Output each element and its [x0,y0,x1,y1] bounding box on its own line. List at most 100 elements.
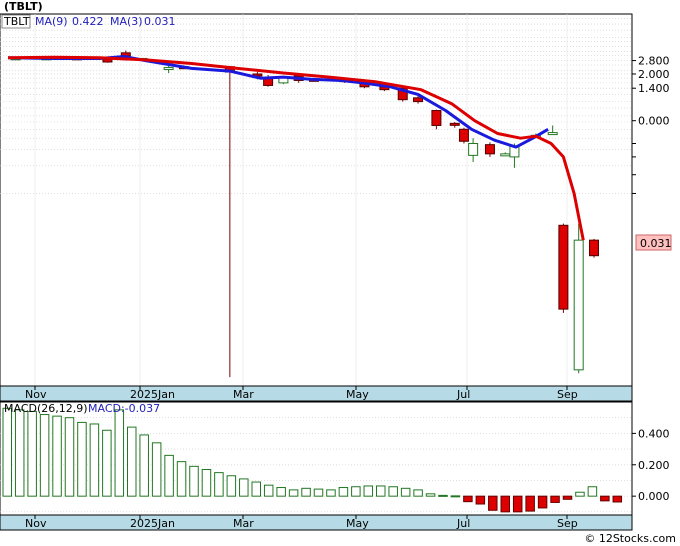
macd-bar-positive [388,486,398,497]
macd-legend-label: MACD(26,12,9) [4,402,88,415]
macd-bar-positive [263,484,274,497]
macd-bar-positive [326,489,336,497]
macd-bar-negative [488,495,498,511]
macd-bar-positive [27,410,37,497]
candle-down [458,128,469,142]
macd-bar-positive [313,488,324,497]
chart-title: (TBLT) [4,0,43,13]
candle-down [588,239,599,257]
watermark: © 12Stocks.com [584,532,676,545]
macd-bar-positive [127,426,137,497]
x-tick-label: Jul [456,388,470,401]
candle-up [573,239,584,371]
x-tick-label: Nov [25,388,47,401]
price-x-axis-band [0,385,633,402]
macd-y-tick-label: 0.000 [638,490,670,503]
macd-bar-positive [438,494,448,497]
macd-legend-value: MACD:-0.037 [88,402,160,415]
x-tick-label: Nov [25,517,47,530]
candle-up [163,67,174,71]
last-price-tag-text: 0.031 [640,237,672,250]
macd-bar-positive [587,486,598,497]
macd-bar-positive [425,493,436,497]
candle-up [468,142,479,156]
candle-down [413,97,424,103]
legend-symbol: TBLT [3,15,30,28]
macd-bar-negative [612,495,623,503]
x-tick-label: May [346,517,369,530]
macd-bar-positive [301,487,311,497]
macd-x-axis-band [0,514,633,531]
macd-bar-positive [413,489,423,497]
macd-panel: 0.400 0.200 0.000 MACD(26,12,9) MACD:-0.03… [0,401,670,516]
price-y-tick-label: 2.800 [638,55,670,68]
macd-bar-negative [500,495,510,513]
macd-bar-positive [114,409,125,497]
legend-ma3-value: 0.031 [144,15,176,28]
macd-bar-positive [151,442,162,497]
macd-y-tick-label: 0.200 [638,459,670,472]
x-tick-label: 2025Jan [130,388,175,401]
macd-bar-positive [52,415,62,497]
macd-bar-positive [139,434,149,497]
macd-bar-positive [251,481,261,497]
macd-bar-negative [562,495,573,500]
price-y-tick-label: 0.000 [638,115,670,128]
macd-bar-positive [189,465,199,497]
macd-bar-negative [600,495,610,502]
macd-bar-positive [226,475,237,497]
macd-x-axis: Nov 2025Jan Mar May Jul Sep [0,514,633,531]
candle-down [449,122,460,126]
macd-bar-positive [164,454,174,497]
macd-bar-negative [537,495,548,509]
price-y-tick-label: 2.000 [638,68,670,81]
x-tick-label: Mar [233,388,254,401]
x-tick-label: Mar [233,517,254,530]
macd-bar-positive [288,489,299,497]
macd-bar-positive [363,485,374,497]
macd-bar-negative [463,495,473,503]
legend-ma3-label: MA(3) [110,15,143,28]
candle-down [484,144,495,155]
macd-bar-positive [176,461,187,497]
x-tick-label: May [346,388,369,401]
price-panel: 2.8002.0001.400 0.000 0.031 TBLT MA(9) 0.… [0,13,672,387]
macd-bar-positive [575,491,585,497]
price-panel-frame [0,13,633,387]
macd-bar-positive [201,468,212,497]
macd-bar-positive [338,487,349,497]
macd-bar-positive [2,407,12,497]
last-price-tag: 0.031 [635,234,672,251]
macd-bar-positive [214,472,224,497]
macd-bar-negative [550,495,560,503]
macd-bar-positive [239,478,249,497]
price-legend: TBLT MA(9) 0.422 MA(3) 0.031 [1,14,176,29]
macd-bar-negative [512,495,523,513]
macd-bar-positive [89,423,100,497]
macd-bar-positive [276,487,286,497]
price-y-tick-label: 1.400 [638,82,670,95]
macd-bar-positive [400,487,411,497]
x-tick-label: 2025Jan [130,517,175,530]
macd-bar-positive [351,486,361,497]
candle-up [547,132,558,136]
price-x-axis: Nov 2025Jan Mar May Jul Sep [0,385,633,402]
macd-bar-negative [525,495,535,512]
macd-y-tick-label: 0.400 [638,427,670,440]
legend-ma9-label: MA(9) [35,15,68,28]
stock-chart: (TBLT) 2.8002.0001.400 0.000 0.031 TBLT M… [0,0,680,546]
legend-ma9-value: 0.422 [72,15,104,28]
macd-bar-positive [102,429,112,497]
macd-bar-positive [450,495,461,498]
x-tick-label: Jul [456,517,470,530]
macd-bar-positive [77,421,87,497]
macd-bar-positive [376,485,386,497]
macd-bar-positive [64,417,75,497]
macd-bar-positive [14,409,25,497]
macd-bar-positive [39,414,50,497]
macd-y-axis: 0.400 0.200 0.000 [632,427,670,503]
candle-up [500,153,511,157]
macd-legend: MACD(26,12,9) MACD:-0.037 [4,402,160,415]
candle-down [558,224,569,310]
candle-down [431,110,442,126]
